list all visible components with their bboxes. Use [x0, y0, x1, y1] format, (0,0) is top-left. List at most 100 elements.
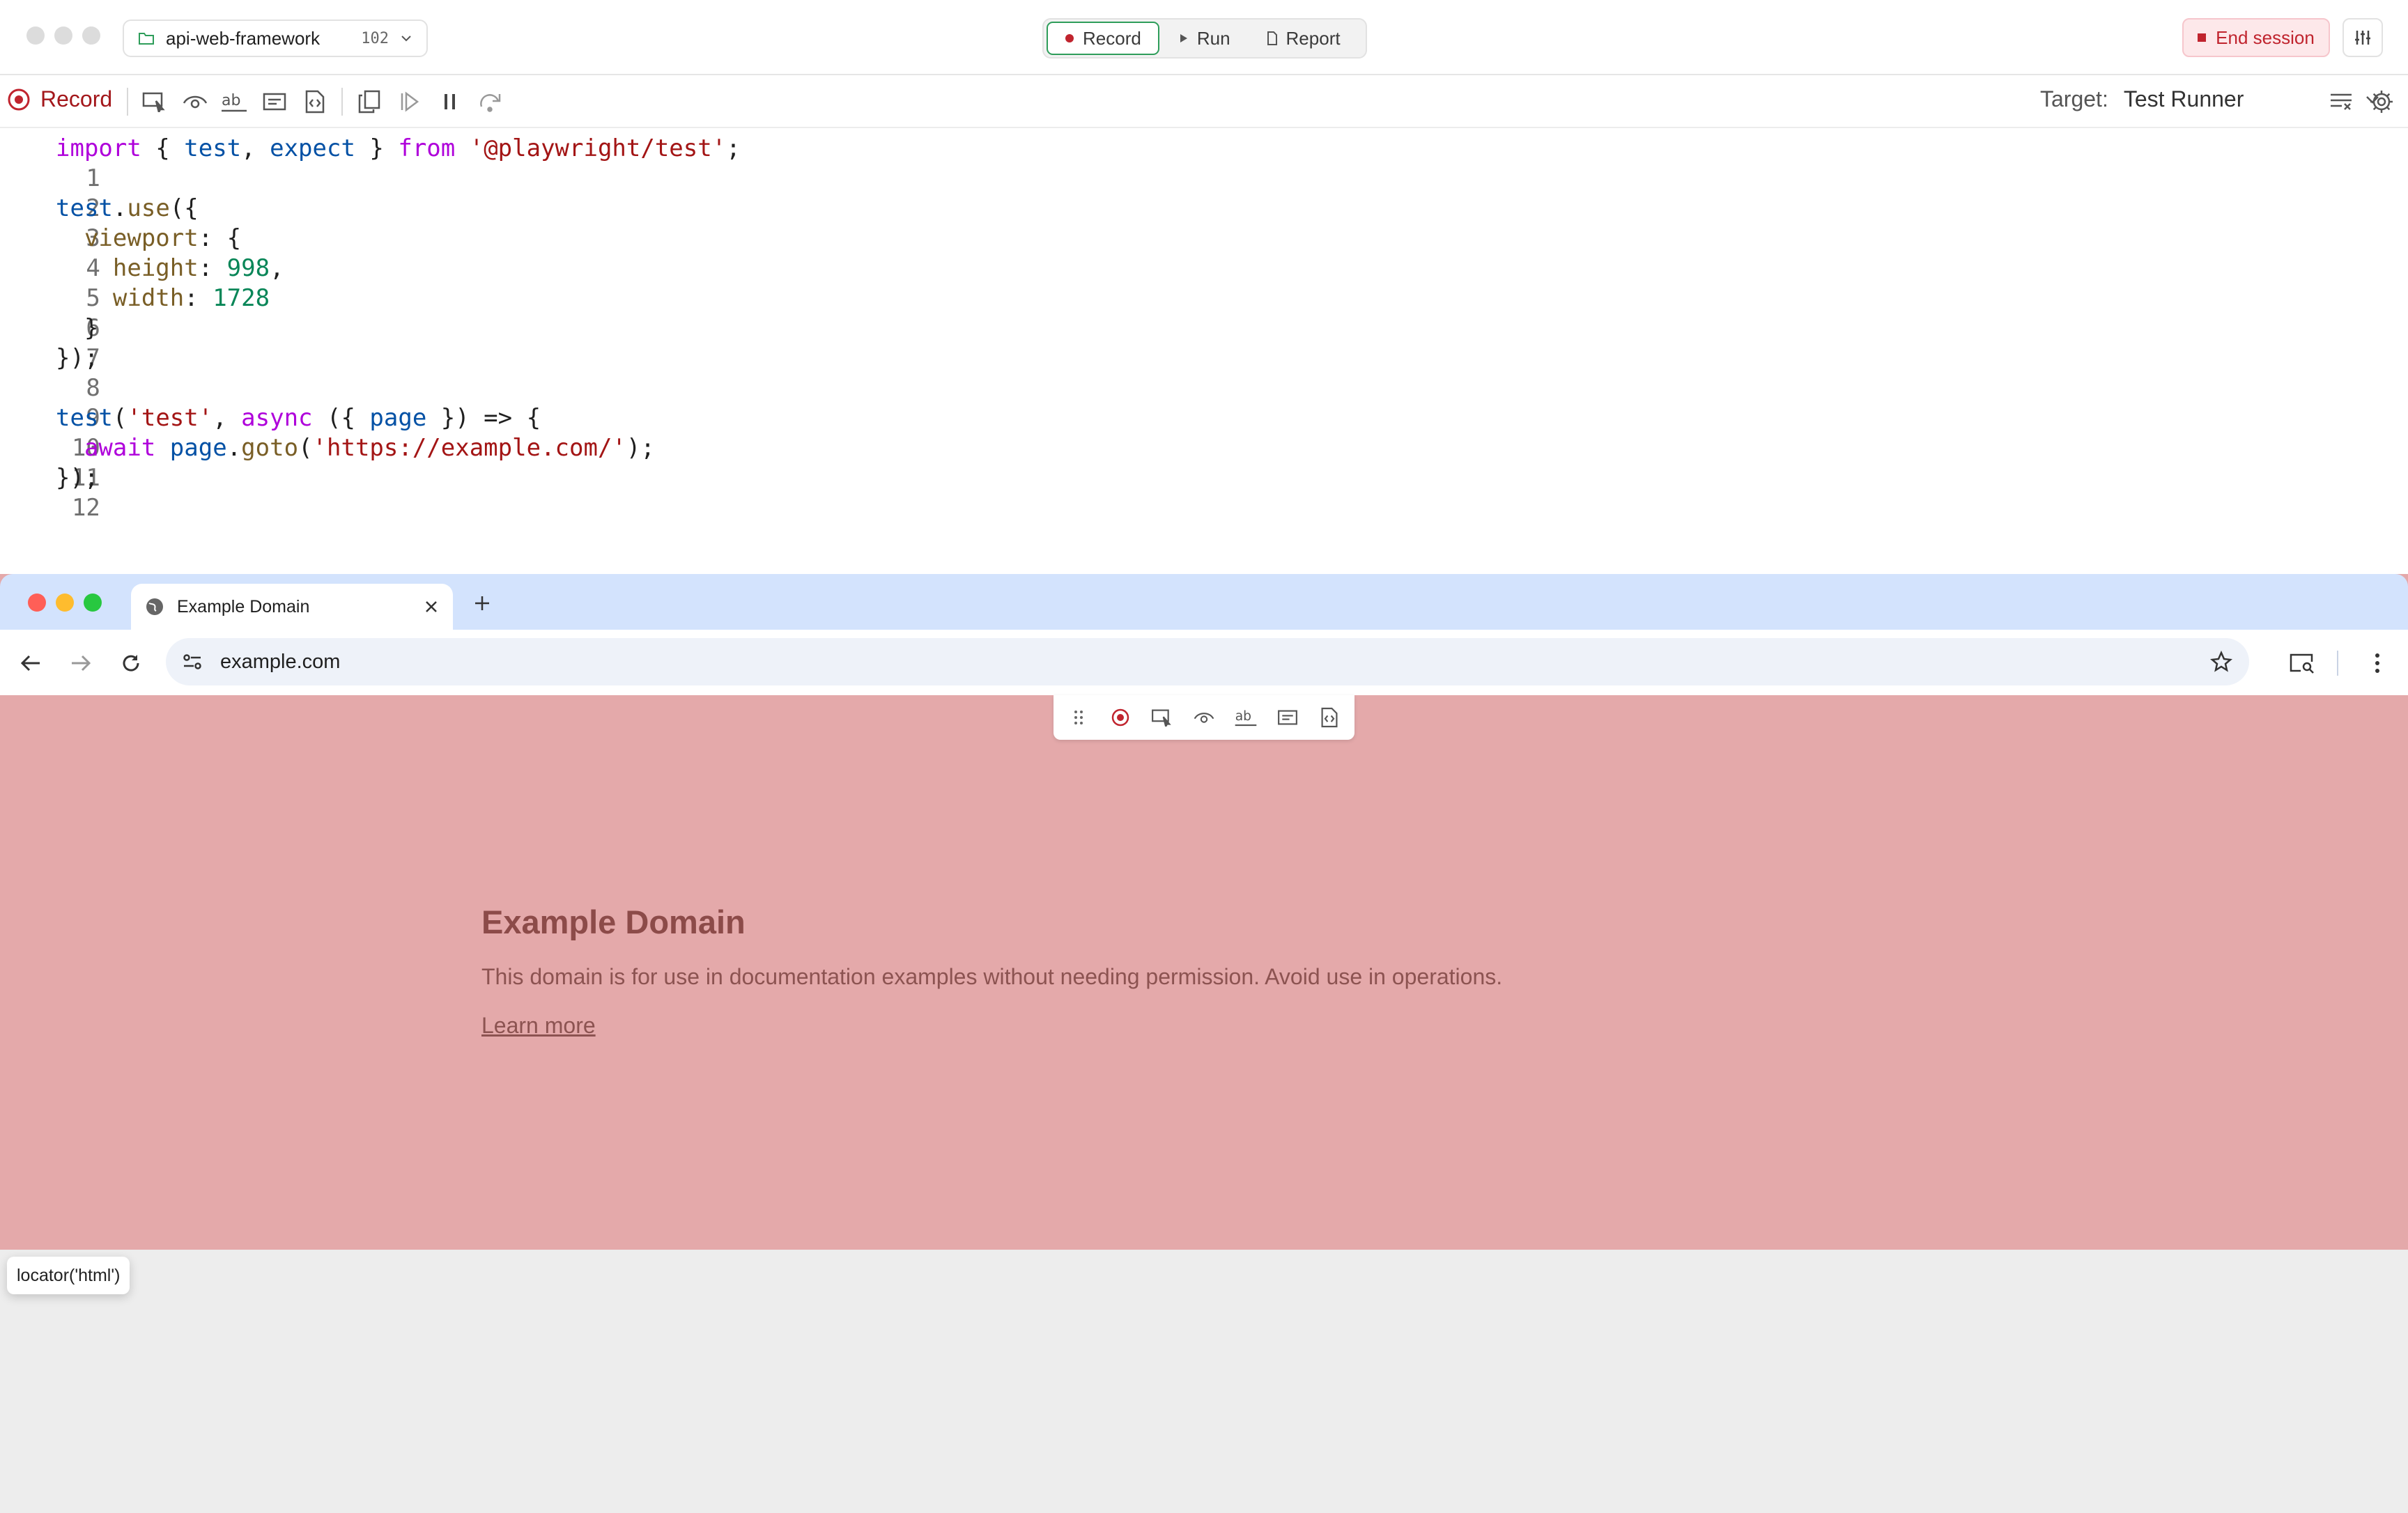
page-viewport[interactable]: ab Example Domain This domain is for use…: [0, 695, 2408, 1250]
assert-visibility-icon[interactable]: [181, 88, 209, 116]
stop-icon: [2198, 33, 2207, 42]
reload-button[interactable]: [117, 649, 145, 677]
assert-snapshot-icon[interactable]: [1315, 704, 1343, 731]
address-bar[interactable]: example.com: [166, 638, 2249, 685]
browser-zoom-button[interactable]: [84, 593, 102, 612]
code-line: 3 test.use({: [0, 194, 199, 252]
toolbar-divider: [341, 88, 343, 116]
end-session-button[interactable]: End session: [2182, 18, 2330, 57]
code-line: 2: [0, 164, 100, 222]
assert-text-icon[interactable]: ab: [220, 88, 248, 116]
code-token: goto: [241, 434, 299, 462]
assert-snapshot-icon[interactable]: [301, 88, 329, 116]
page-description: This domain is for use in documentation …: [481, 964, 1503, 989]
code-token: from: [398, 134, 456, 162]
project-count: 102: [361, 29, 389, 47]
code-token: });: [56, 344, 99, 372]
assert-visibility-icon[interactable]: [1190, 704, 1218, 731]
mode-report-button[interactable]: Report: [1250, 22, 1357, 55]
tab-example-domain[interactable]: Example Domain: [131, 584, 453, 630]
code-token: 998: [226, 254, 270, 282]
window-zoom-button[interactable]: [82, 26, 100, 45]
code-token: 'https://example.com/': [312, 434, 626, 462]
document-icon: [1267, 31, 1278, 45]
code-token: expect: [270, 134, 355, 162]
folder-icon: [138, 31, 155, 46]
record-label: Record: [40, 86, 113, 111]
record-icon: [7, 88, 31, 111]
assert-value-icon[interactable]: [261, 88, 288, 116]
tab-strip: Example Domain: [0, 574, 2408, 630]
mode-switcher: Record Run Report: [1042, 18, 1367, 59]
learn-more-link[interactable]: Learn more: [481, 1013, 596, 1039]
svg-text:ab: ab: [1235, 709, 1251, 724]
new-tab-button[interactable]: [468, 589, 496, 617]
app-title-bar: api-web-framework 102 Record Run Report …: [0, 0, 2408, 75]
code-token: await: [84, 434, 156, 462]
sliders-button[interactable]: [2343, 18, 2383, 57]
clear-icon[interactable]: [2327, 88, 2355, 116]
globe-icon: [145, 597, 164, 616]
settings-icon[interactable]: [2368, 88, 2395, 116]
code-token: ({: [169, 194, 199, 222]
forward-button[interactable]: [67, 649, 95, 677]
search-tabs-icon[interactable]: [2288, 649, 2316, 677]
site-settings-icon[interactable]: [183, 653, 202, 670]
code-line: 9: [0, 373, 100, 432]
back-button[interactable]: [17, 649, 45, 677]
assert-value-icon[interactable]: [1274, 704, 1302, 731]
locator-tooltip: locator('html'): [7, 1257, 130, 1294]
resume-icon[interactable]: [396, 88, 424, 116]
tab-title: Example Domain: [177, 596, 310, 616]
bookmark-star-icon[interactable]: [2210, 651, 2232, 673]
code-token: height: [112, 254, 199, 282]
code-editor[interactable]: 1 import { test, expect } from '@playwri…: [0, 128, 2408, 574]
code-line: 12 });: [0, 463, 100, 522]
pause-icon[interactable]: [436, 88, 464, 116]
browser-minimize-button[interactable]: [56, 593, 74, 612]
url-text: example.com: [220, 650, 341, 673]
page-heading: Example Domain: [481, 903, 746, 940]
code-line: 1 import { test, expect } from '@playwri…: [0, 134, 741, 192]
code-line: 11 await page.goto('https://example.com/…: [0, 433, 655, 492]
kebab-menu-icon[interactable]: [2363, 649, 2391, 677]
drag-handle-icon[interactable]: [1065, 704, 1093, 731]
end-session-label: End session: [2216, 26, 2315, 48]
mode-label: Run: [1196, 27, 1230, 49]
code-token: import: [56, 134, 141, 162]
window-close-button[interactable]: [26, 26, 45, 45]
browser-window: Example Domain example.com ab Example Do…: [0, 574, 2408, 1250]
code-token: (: [298, 434, 313, 462]
project-selector[interactable]: api-web-framework 102: [123, 20, 428, 57]
browser-close-button[interactable]: [28, 593, 46, 612]
close-icon[interactable]: [424, 599, 439, 614]
code-token: width: [112, 284, 185, 312]
code-token: ;: [726, 134, 741, 162]
copy-icon[interactable]: [355, 88, 383, 116]
record-icon[interactable]: [1106, 704, 1134, 731]
code-line: 6 width: 1728: [0, 284, 270, 342]
code-token: (: [112, 404, 128, 432]
code-token: }) => {: [426, 404, 541, 432]
record-toggle-button[interactable]: Record: [7, 86, 112, 112]
mode-run-button[interactable]: Run: [1162, 22, 1247, 55]
code-token: viewport: [84, 224, 199, 252]
code-token: ,: [270, 254, 284, 282]
code-line: 5 height: 998,: [0, 254, 284, 312]
window-minimize-button[interactable]: [54, 26, 72, 45]
code-token: ({: [312, 404, 370, 432]
code-token: });: [56, 464, 99, 492]
pick-locator-icon[interactable]: [1148, 704, 1176, 731]
assert-text-icon[interactable]: ab: [1232, 704, 1260, 731]
project-name: api-web-framework: [166, 27, 321, 49]
code-token: ,: [213, 404, 242, 432]
mode-record-button[interactable]: Record: [1047, 22, 1159, 55]
step-over-icon[interactable]: [477, 88, 504, 116]
code-token: page: [369, 404, 427, 432]
pick-locator-icon[interactable]: [141, 88, 169, 116]
code-token: '@playwright/test': [469, 134, 727, 162]
line-number: 12: [71, 494, 100, 522]
